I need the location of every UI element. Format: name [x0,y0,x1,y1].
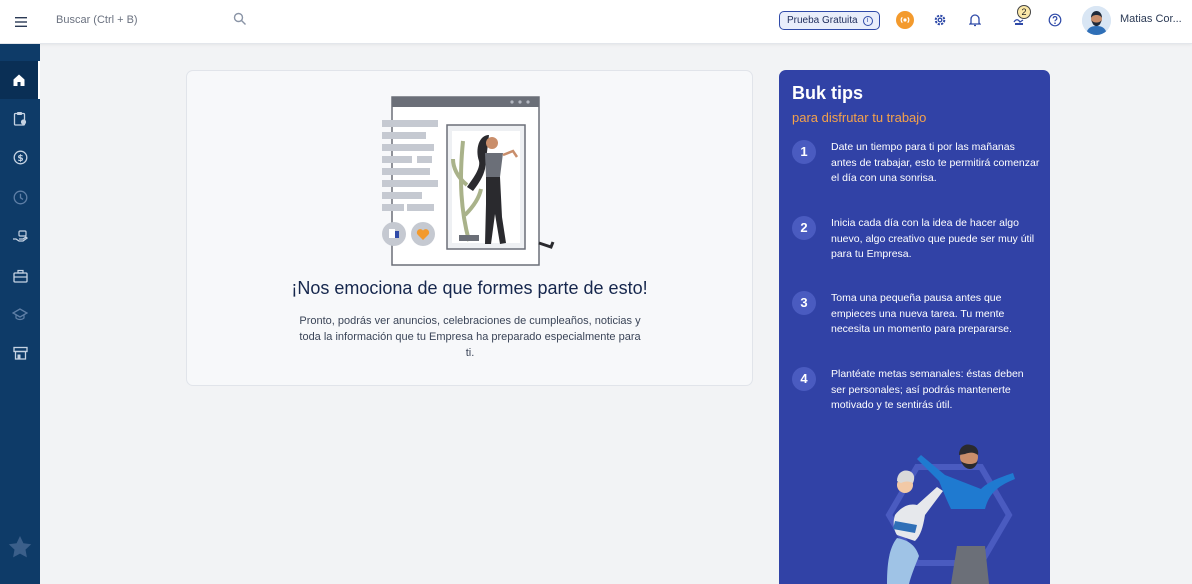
dollar-icon[interactable]: $ [0,138,40,176]
tip-number: 1 [792,140,816,164]
tip-text: Plantéate metas semanales: éstas deben s… [831,368,1024,411]
broadcast-icon[interactable] [896,11,914,29]
search-icon[interactable] [233,12,247,26]
help-icon[interactable] [1046,11,1064,29]
clock-icon[interactable] [0,178,40,216]
tip-text: Date un tiempo para ti por las mañanas a… [831,141,1040,184]
graduation-icon[interactable] [0,295,40,333]
store-icon[interactable] [0,334,40,372]
top-bar: Buscar (Ctrl + B) Prueba Gratuita i 2 Ma… [0,0,1192,44]
tips-subtitle: para disfrutar tu trabajo [792,110,927,125]
tip-item: 4 Plantéate metas semanales: éstas deben… [792,367,1042,417]
hamburger-menu-icon[interactable] [12,12,32,32]
notification-count-badge: 2 [1017,5,1031,19]
user-avatar[interactable] [1082,6,1111,35]
welcome-illustration [382,96,555,266]
welcome-card: ¡Nos emociona de que formes parte de est… [186,70,753,386]
tip-number: 4 [792,367,816,391]
welcome-description: Pronto, podrás ver anuncios, celebracion… [299,315,641,359]
tip-item: 3 Toma una pequeña pausa antes que empie… [792,291,1042,341]
tip-item: 2 Inicia cada día con la idea de hacer a… [792,216,1042,266]
svg-text:$: $ [17,154,23,164]
settings-gear-icon[interactable] [931,11,949,29]
info-icon: i [862,15,873,26]
people-celebrating-illustration [885,444,1015,584]
tips-title: Buk tips [792,83,864,103]
tip-text: Inicia cada día con la idea de hacer alg… [831,217,1035,260]
search-input[interactable]: Buscar (Ctrl + B) [56,14,138,26]
tip-number: 3 [792,291,816,315]
home-icon[interactable] [0,61,40,99]
tip-number: 2 [792,216,816,240]
bell-icon[interactable] [966,11,984,29]
sidebar: $ [0,44,40,584]
briefcase-icon[interactable] [0,257,40,295]
tip-item: 1 Date un tiempo para ti por las mañanas… [792,140,1042,190]
hand-money-icon[interactable] [0,218,40,256]
free-trial-label: Prueba Gratuita [787,15,858,26]
user-name[interactable]: Matias Cor... [1120,13,1182,25]
tip-text: Toma una pequeña pausa antes que empiece… [831,292,1012,335]
clipboard-icon[interactable] [0,99,40,137]
free-trial-badge[interactable]: Prueba Gratuita i [779,11,880,30]
star-icon[interactable] [0,528,40,566]
tips-card: Buk tips para disfrutar tu trabajo 1 Dat… [779,70,1050,584]
welcome-title: ¡Nos emociona de que formes parte de est… [291,278,648,298]
